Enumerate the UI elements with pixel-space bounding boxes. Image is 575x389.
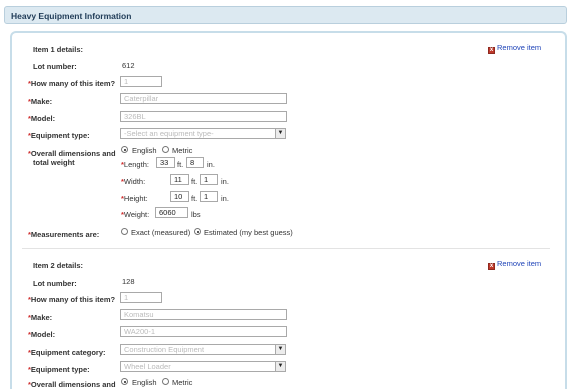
item2-dimensions-label: *Overall dimensions and [28, 380, 116, 389]
item2-equipment-type-label: *Equipment type: [28, 365, 90, 374]
item2-equipment-type-value: Wheel Loader [124, 362, 171, 371]
item1-length-label: *Length: [121, 160, 149, 169]
item1-exact-radio[interactable] [121, 228, 128, 235]
item1-weight-label: *Weight: [121, 210, 150, 219]
item1-length-in-unit: in. [207, 160, 215, 169]
item1-height-ft-input[interactable]: 10 [170, 191, 189, 202]
item2-quantity-label: *How many of this item? [28, 295, 116, 304]
item1-estimated-label: Estimated (my best guess) [204, 228, 293, 237]
chevron-down-icon: ▼ [275, 345, 285, 354]
item2-quantity-input[interactable]: 1 [120, 292, 162, 303]
item1-width-ft-input[interactable]: 11 [170, 174, 189, 185]
item1-title: Item 1 details: [33, 45, 84, 54]
item1-quantity-label: *How many of this item? [28, 79, 116, 88]
item1-make-label: *Make: [28, 97, 53, 106]
item2-english-radio[interactable] [121, 378, 128, 385]
section-title: Heavy Equipment Information [11, 11, 132, 21]
item1-length-ft-input[interactable]: 33 [156, 157, 175, 168]
item1-lot-number-label: Lot number: [33, 62, 77, 71]
item1-model-input[interactable]: 326BL [120, 111, 287, 122]
item2-equipment-type-select[interactable]: Wheel Loader ▼ [120, 361, 286, 372]
item1-model-label: *Model: [28, 114, 56, 123]
item1-estimated-radio[interactable] [194, 228, 201, 235]
item1-width-label: *Width: [121, 177, 146, 186]
item1-equipment-type-label: *Equipment type: [28, 131, 90, 140]
section-header: Heavy Equipment Information [4, 6, 567, 24]
remove-icon: x [488, 47, 495, 54]
item1-dimensions-label-line2: total weight [33, 158, 75, 167]
item2-make-input[interactable]: Komatsu [120, 309, 287, 320]
item1-exact-label: Exact (measured) [131, 228, 191, 237]
item2-equipment-category-value: Construction Equipment [124, 345, 205, 354]
item1-lot-number-value: 612 [122, 61, 135, 70]
item2-metric-label: Metric [172, 378, 193, 387]
item1-english-radio[interactable] [121, 146, 128, 153]
chevron-down-icon: ▼ [275, 129, 285, 138]
item1-remove-link[interactable]: x Remove item [488, 43, 541, 54]
item1-weight-unit: lbs [191, 210, 201, 219]
remove-item-label: Remove item [497, 43, 542, 52]
item1-measurements-label: *Measurements are: [28, 230, 100, 239]
chevron-down-icon: ▼ [275, 362, 285, 371]
item2-equipment-category-label: *Equipment category: [28, 348, 106, 357]
item-divider [22, 248, 550, 249]
item2-title: Item 2 details: [33, 261, 84, 270]
item1-english-label: English [132, 146, 157, 155]
item1-equipment-type-value: -Select an equipment type- [124, 129, 214, 138]
item2-remove-link[interactable]: x Remove item [488, 259, 541, 270]
item1-height-ft-unit: ft. [191, 194, 198, 203]
item2-make-label: *Make: [28, 313, 53, 322]
item2-model-input[interactable]: WA200-1 [120, 326, 287, 337]
item1-quantity-input[interactable]: 1 [120, 76, 162, 87]
item1-metric-label: Metric [172, 146, 193, 155]
item1-height-in-unit: in. [221, 194, 229, 203]
item2-lot-number-label: Lot number: [33, 279, 77, 288]
item1-width-in-unit: in. [221, 177, 229, 186]
remove-icon: x [488, 263, 495, 270]
item1-height-in-input[interactable]: 1 [200, 191, 218, 202]
item1-length-in-input[interactable]: 8 [186, 157, 204, 168]
item1-equipment-type-select[interactable]: -Select an equipment type- ▼ [120, 128, 286, 139]
item1-dimensions-label: *Overall dimensions and [28, 149, 116, 158]
item2-equipment-category-select[interactable]: Construction Equipment ▼ [120, 344, 286, 355]
item1-weight-input[interactable]: 6060 [155, 207, 188, 218]
item1-width-in-input[interactable]: 1 [200, 174, 218, 185]
item1-width-ft-unit: ft. [191, 177, 198, 186]
item2-english-label: English [132, 378, 157, 387]
item1-metric-radio[interactable] [162, 146, 169, 153]
item2-model-label: *Model: [28, 330, 56, 339]
item2-lot-number-value: 128 [122, 277, 135, 286]
remove-item-label: Remove item [497, 259, 542, 268]
item1-make-input[interactable]: Caterpillar [120, 93, 287, 104]
item1-length-ft-unit: ft. [177, 160, 184, 169]
item1-height-label: *Height: [121, 194, 148, 203]
item2-metric-radio[interactable] [162, 378, 169, 385]
